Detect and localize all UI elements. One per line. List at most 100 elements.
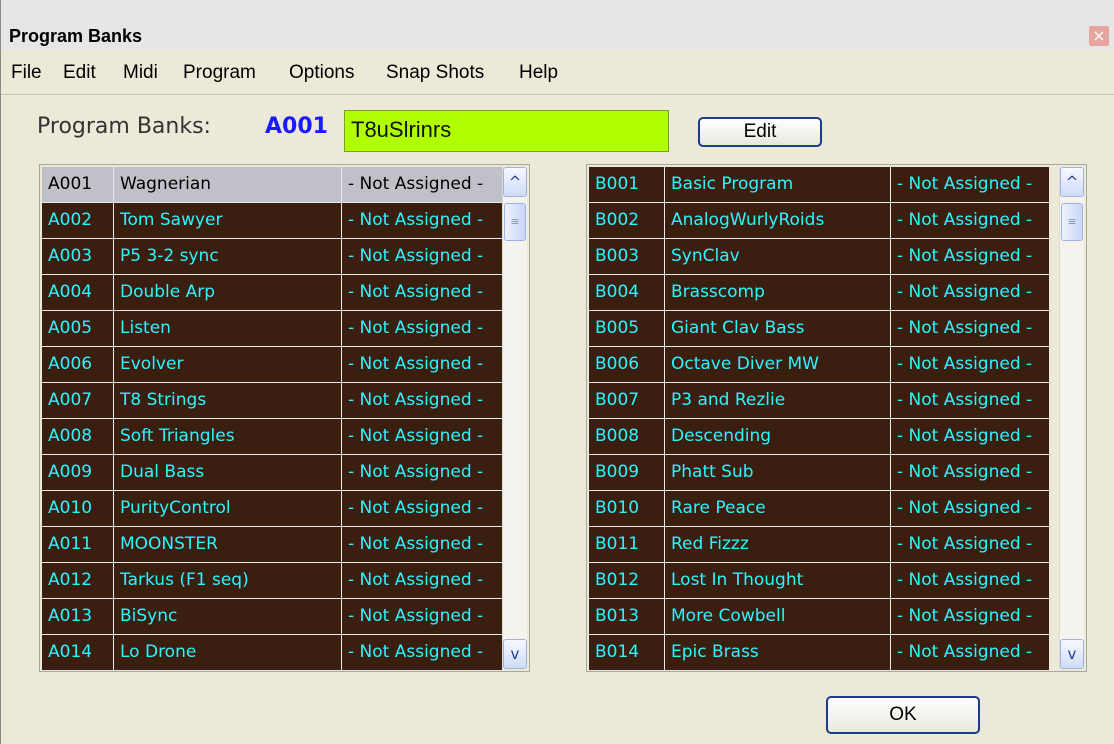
program-number: B013 xyxy=(589,599,665,634)
program-assignment: - Not Assigned - xyxy=(348,390,484,410)
program-number: B002 xyxy=(589,203,665,238)
table-row[interactable]: A008 Soft Triangles - Not Assigned - xyxy=(42,419,502,455)
table-row[interactable]: B007 P3 and Rezlie - Not Assigned - xyxy=(589,383,1049,419)
program-number: A011 xyxy=(42,527,114,562)
program-assignment: - Not Assigned - xyxy=(897,318,1033,338)
table-row[interactable]: A011 MOONSTER - Not Assigned - xyxy=(42,527,502,563)
program-assignment: - Not Assigned - xyxy=(348,174,484,194)
program-number: B001 xyxy=(589,167,665,202)
table-row[interactable]: A012 Tarkus (F1 seq) - Not Assigned - xyxy=(42,563,502,599)
program-name: T8 Strings xyxy=(114,383,342,418)
table-row[interactable]: A002 Tom Sawyer - Not Assigned - xyxy=(42,203,502,239)
table-row[interactable]: A006 Evolver - Not Assigned - xyxy=(42,347,502,383)
program-assignment: - Not Assigned - xyxy=(897,534,1033,554)
program-number: A007 xyxy=(42,383,114,418)
table-row[interactable]: B001 Basic Program - Not Assigned - xyxy=(589,167,1049,203)
program-name: BiSync xyxy=(114,599,342,634)
program-name: MOONSTER xyxy=(114,527,342,562)
table-row[interactable]: A001 Wagnerian - Not Assigned - xyxy=(42,167,502,203)
menu-snap-shots[interactable]: Snap Shots xyxy=(386,62,484,84)
table-row[interactable]: B003 SynClav - Not Assigned - xyxy=(589,239,1049,275)
ok-button[interactable]: OK xyxy=(826,696,980,734)
program-number: A009 xyxy=(42,455,114,490)
scroll-down-icon[interactable]: v xyxy=(503,639,527,669)
program-number: B011 xyxy=(589,527,665,562)
program-name: Soft Triangles xyxy=(114,419,342,454)
table-row[interactable]: A004 Double Arp - Not Assigned - xyxy=(42,275,502,311)
scroll-up-icon[interactable]: ^ xyxy=(503,167,527,197)
program-assignment: - Not Assigned - xyxy=(348,642,484,662)
program-assignment: - Not Assigned - xyxy=(348,606,484,626)
program-name: Octave Diver MW xyxy=(665,347,891,382)
menu-bar: File Edit Midi Program Options Snap Shot… xyxy=(1,54,1114,95)
bank-b-scrollbar[interactable]: ^ ≡ v xyxy=(1059,167,1084,669)
scroll-up-icon[interactable]: ^ xyxy=(1060,167,1084,197)
program-assignment: - Not Assigned - xyxy=(897,462,1033,482)
table-row[interactable]: A013 BiSync - Not Assigned - xyxy=(42,599,502,635)
table-row[interactable]: B009 Phatt Sub - Not Assigned - xyxy=(589,455,1049,491)
table-row[interactable]: B006 Octave Diver MW - Not Assigned - xyxy=(589,347,1049,383)
program-banks-window: Program Banks × File Edit Midi Program O… xyxy=(0,0,1114,744)
table-row[interactable]: B002 AnalogWurlyRoids - Not Assigned - xyxy=(589,203,1049,239)
program-assignment: - Not Assigned - xyxy=(348,318,484,338)
bank-code: A001 xyxy=(265,114,328,139)
table-row[interactable]: A014 Lo Drone - Not Assigned - xyxy=(42,635,502,671)
program-name: PurityControl xyxy=(114,491,342,526)
program-name: Basic Program xyxy=(665,167,891,202)
program-name: Brasscomp xyxy=(665,275,891,310)
program-name: Double Arp xyxy=(114,275,342,310)
program-number: A002 xyxy=(42,203,114,238)
program-name: Lost In Thought xyxy=(665,563,891,598)
program-name: SynClav xyxy=(665,239,891,274)
menu-program[interactable]: Program xyxy=(183,62,256,84)
program-assignment: - Not Assigned - xyxy=(897,390,1033,410)
program-number: A006 xyxy=(42,347,114,382)
program-assignment: - Not Assigned - xyxy=(348,534,484,554)
table-row[interactable]: A003 P5 3-2 sync - Not Assigned - xyxy=(42,239,502,275)
program-number: A005 xyxy=(42,311,114,346)
program-assignment: - Not Assigned - xyxy=(897,354,1033,374)
table-row[interactable]: B005 Giant Clav Bass - Not Assigned - xyxy=(589,311,1049,347)
table-row[interactable]: B014 Epic Brass - Not Assigned - xyxy=(589,635,1049,671)
menu-file[interactable]: File xyxy=(11,62,42,84)
program-name: P5 3-2 sync xyxy=(114,239,342,274)
scroll-down-icon[interactable]: v xyxy=(1060,639,1084,669)
program-assignment: - Not Assigned - xyxy=(897,642,1033,662)
program-name: AnalogWurlyRoids xyxy=(665,203,891,238)
edit-button[interactable]: Edit xyxy=(698,117,822,147)
table-row[interactable]: B013 More Cowbell - Not Assigned - xyxy=(589,599,1049,635)
bank-a-scrollbar[interactable]: ^ ≡ v xyxy=(502,167,527,669)
program-number: B010 xyxy=(589,491,665,526)
table-row[interactable]: A009 Dual Bass - Not Assigned - xyxy=(42,455,502,491)
program-number: B008 xyxy=(589,419,665,454)
program-name: Epic Brass xyxy=(665,635,891,670)
program-number: B012 xyxy=(589,563,665,598)
table-row[interactable]: A005 Listen - Not Assigned - xyxy=(42,311,502,347)
bank-a-list: A001 Wagnerian - Not Assigned - A002 Tom Saw… xyxy=(39,164,530,672)
table-row[interactable]: B010 Rare Peace - Not Assigned - xyxy=(589,491,1049,527)
menu-options[interactable]: Options xyxy=(289,62,354,84)
close-icon[interactable]: × xyxy=(1089,26,1109,46)
menu-midi[interactable]: Midi xyxy=(123,62,158,84)
program-name-field[interactable]: T8uSlrinrs xyxy=(344,110,669,152)
scroll-thumb[interactable]: ≡ xyxy=(504,203,526,241)
program-assignment: - Not Assigned - xyxy=(348,498,484,518)
table-row[interactable]: B012 Lost In Thought - Not Assigned - xyxy=(589,563,1049,599)
table-row[interactable]: A010 PurityControl - Not Assigned - xyxy=(42,491,502,527)
bank-b-rows: B001 Basic Program - Not Assigned - B002 Ana… xyxy=(589,167,1049,671)
table-row[interactable]: B004 Brasscomp - Not Assigned - xyxy=(589,275,1049,311)
program-assignment: - Not Assigned - xyxy=(348,246,484,266)
program-assignment: - Not Assigned - xyxy=(348,282,484,302)
program-number: A008 xyxy=(42,419,114,454)
scroll-thumb[interactable]: ≡ xyxy=(1061,203,1083,241)
table-row[interactable]: A007 T8 Strings - Not Assigned - xyxy=(42,383,502,419)
program-name: Dual Bass xyxy=(114,455,342,490)
bank-a-rows: A001 Wagnerian - Not Assigned - A002 Tom Saw… xyxy=(42,167,502,671)
menu-help[interactable]: Help xyxy=(519,62,558,84)
program-assignment: - Not Assigned - xyxy=(348,426,484,446)
program-assignment: - Not Assigned - xyxy=(897,426,1033,446)
menu-edit[interactable]: Edit xyxy=(63,62,96,84)
table-row[interactable]: B011 Red Fizzz - Not Assigned - xyxy=(589,527,1049,563)
title-bar: Program Banks × xyxy=(1,0,1114,50)
table-row[interactable]: B008 Descending - Not Assigned - xyxy=(589,419,1049,455)
